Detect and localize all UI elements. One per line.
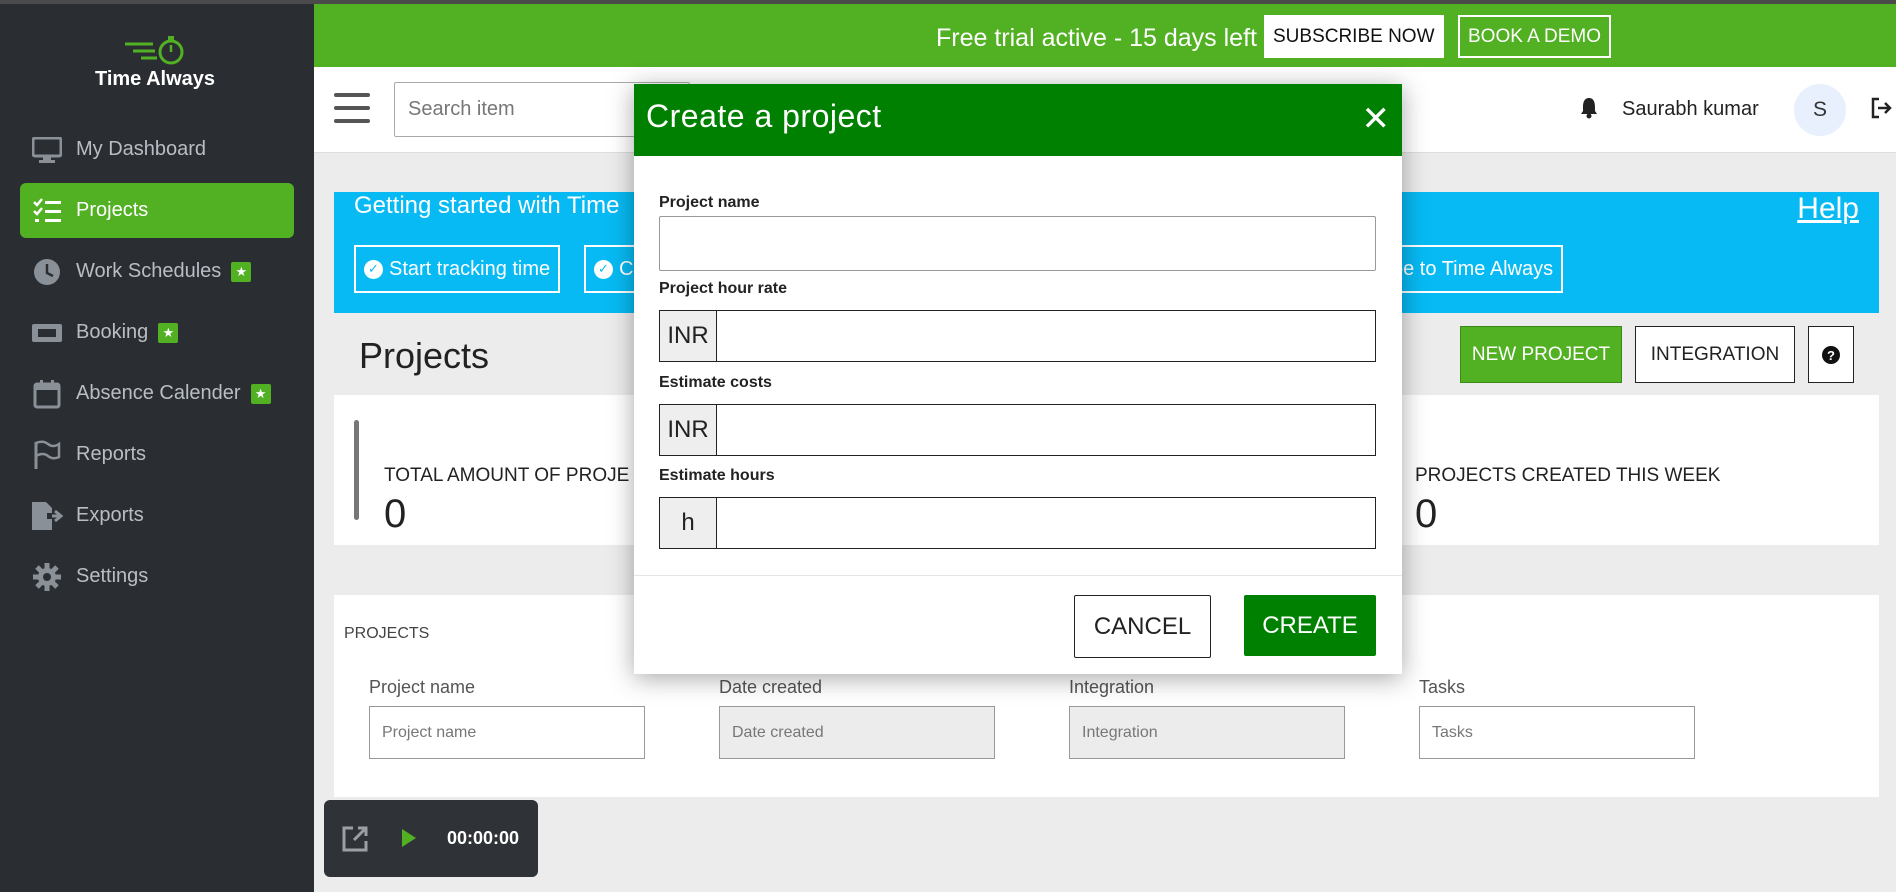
stat-value: 0: [384, 492, 407, 536]
filter-date-created: Date created Date created: [719, 677, 995, 759]
create-button[interactable]: CREATE: [1244, 595, 1376, 656]
estimate-costs-input[interactable]: [717, 405, 1375, 455]
app-logo[interactable]: Time Always: [80, 34, 230, 91]
monitor-icon: [30, 135, 64, 165]
modal-header: Create a project ✕: [634, 84, 1402, 156]
modal-footer: CANCEL CREATE: [634, 576, 1402, 674]
filter-label: Project name: [369, 677, 476, 697]
svg-text:?: ?: [1827, 348, 1835, 363]
modal-body: Project name Project hour rate INR Estim…: [634, 156, 1402, 576]
close-icon[interactable]: ✕: [1362, 102, 1391, 136]
star-badge-icon: ★: [250, 383, 271, 404]
sidebar-item-label: Settings: [76, 565, 149, 587]
checklist-icon: [30, 196, 64, 226]
sidebar-item-absence-calender[interactable]: Absence Calender ★: [20, 366, 294, 421]
sidebar-item-projects[interactable]: Projects: [20, 183, 294, 238]
projects-heading: PROJECTS: [344, 625, 430, 642]
hours-addon: h: [660, 498, 717, 548]
page-title: Projects: [359, 335, 490, 376]
currency-addon: INR: [660, 405, 717, 455]
star-badge-icon: ★: [231, 261, 252, 282]
hour-rate-field: INR: [659, 310, 1376, 362]
sidebar-item-label: Projects: [76, 199, 149, 221]
avatar[interactable]: S: [1794, 84, 1846, 136]
currency-addon: INR: [660, 311, 717, 361]
chip-label: be to Time Always: [1392, 257, 1554, 280]
book-demo-button[interactable]: BOOK A DEMO: [1458, 15, 1612, 58]
filter-label: Integration: [1069, 677, 1155, 697]
project-name-filter-input[interactable]: Project name: [369, 706, 645, 759]
sidebar-item-settings[interactable]: Settings: [20, 549, 294, 604]
stat-label: PROJECTS CREATED THIS WEEK: [1415, 465, 1721, 486]
help-question-icon[interactable]: ?: [1808, 326, 1854, 383]
bell-icon[interactable]: [1580, 97, 1598, 124]
sidebar-item-label: Work Schedules: [76, 260, 222, 282]
sidebar-item-work-schedules[interactable]: Work Schedules ★: [20, 244, 294, 299]
sidebar-item-reports[interactable]: Reports: [20, 427, 294, 482]
trial-text: Free trial active - 15 days left: [936, 24, 1257, 52]
stopwatch-logo-icon: [125, 36, 184, 65]
chip-label: Start tracking time: [389, 257, 551, 280]
tasks-filter-input[interactable]: Tasks: [1419, 706, 1695, 759]
estimate-hours-input[interactable]: [717, 498, 1375, 548]
clock-icon: [30, 257, 64, 287]
export-file-icon: [30, 501, 64, 531]
sidebar-item-label: Absence Calender: [76, 382, 241, 404]
stat-label: TOTAL AMOUNT OF PROJE: [384, 465, 630, 486]
sidebar-item-exports[interactable]: Exports: [20, 488, 294, 543]
sidebar-nav: My Dashboard Projects Work Schedules ★ B…: [20, 122, 294, 610]
sidebar-item-label: Reports: [76, 443, 147, 465]
sidebar: Time Always My Dashboard Projects Work S…: [0, 0, 314, 892]
project-name-input[interactable]: [659, 216, 1376, 271]
modal-title: Create a project: [646, 98, 882, 134]
flag-icon: [30, 439, 64, 470]
integration-filter-input[interactable]: Integration: [1069, 706, 1345, 759]
filter-integration: Integration Integration: [1069, 677, 1345, 759]
banner-title: Getting started with Time: [354, 192, 620, 219]
external-link-icon[interactable]: [340, 824, 370, 859]
estimate-costs-label: Estimate costs: [659, 374, 772, 391]
help-link[interactable]: Help: [1797, 192, 1859, 226]
hamburger-menu-icon[interactable]: [334, 93, 370, 123]
cancel-button[interactable]: CANCEL: [1074, 595, 1211, 658]
chip-label: C: [619, 257, 634, 280]
gear-icon: [30, 562, 64, 592]
timer-time: 00:00:00: [447, 828, 520, 848]
estimate-hours-field: h: [659, 497, 1376, 549]
app-name: Time Always: [94, 68, 216, 90]
subscribe-chip[interactable]: be to Time Always: [1384, 245, 1564, 293]
filter-label: Date created: [719, 677, 823, 697]
check-circle-icon: ✓: [594, 259, 613, 279]
trial-bar: Free trial active - 15 days left SUBSCRI…: [314, 0, 1896, 67]
estimate-hours-label: Estimate hours: [659, 467, 775, 484]
subscribe-now-button[interactable]: SUBSCRIBE NOW: [1264, 15, 1444, 58]
hour-rate-label: Project hour rate: [659, 280, 788, 297]
start-tracking-chip[interactable]: ✓ Start tracking time: [354, 245, 561, 293]
stat-value: 0: [1415, 492, 1438, 536]
stat-bar: [354, 420, 359, 520]
sidebar-item-label: Exports: [76, 504, 144, 526]
logout-icon[interactable]: [1870, 97, 1894, 124]
project-name-label: Project name: [659, 194, 760, 211]
user-name[interactable]: Saurabh kumar: [1622, 98, 1759, 121]
sidebar-item-my-dashboard[interactable]: My Dashboard: [20, 122, 294, 177]
new-project-button[interactable]: NEW PROJECT: [1460, 326, 1622, 383]
play-icon[interactable]: [400, 827, 418, 854]
calendar-icon: [30, 379, 64, 409]
filter-tasks: Tasks Tasks: [1419, 677, 1695, 759]
hour-rate-input[interactable]: [717, 311, 1375, 361]
filter-label: Tasks: [1419, 677, 1466, 697]
ticket-icon: [30, 318, 64, 348]
timer-widget: 00:00:00: [324, 800, 538, 877]
sidebar-item-label: My Dashboard: [76, 138, 207, 160]
sidebar-item-label: Booking: [76, 321, 149, 343]
sidebar-item-booking[interactable]: Booking ★: [20, 305, 294, 360]
date-created-filter-input[interactable]: Date created: [719, 706, 995, 759]
estimate-costs-field: INR: [659, 404, 1376, 456]
integration-button[interactable]: INTEGRATION: [1635, 326, 1795, 383]
check-circle-icon: ✓: [364, 259, 383, 279]
create-project-modal: Create a project ✕ Project name Project …: [634, 84, 1402, 674]
filter-project-name: Project name Project name: [369, 677, 645, 759]
star-badge-icon: ★: [158, 322, 179, 343]
